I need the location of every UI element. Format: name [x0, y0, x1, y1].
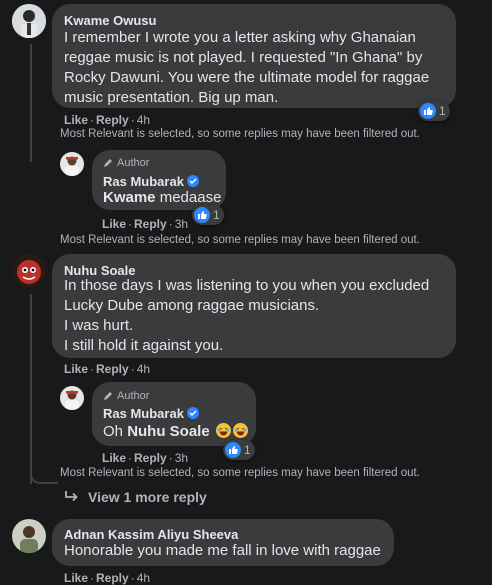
thread-connector: [30, 44, 56, 162]
reply-link[interactable]: Reply: [134, 217, 167, 231]
like-link[interactable]: Like: [64, 113, 88, 127]
avatar[interactable]: [12, 254, 46, 288]
person-photo-icon: [60, 152, 84, 176]
avatar[interactable]: [12, 519, 46, 553]
filtered-replies-note: Most Relevant is selected, so some repli…: [60, 467, 420, 479]
author-tag: Author: [103, 157, 149, 169]
timestamp[interactable]: 4h: [137, 571, 150, 585]
comment-bubble: Nuhu Soale In those days I was listening…: [52, 254, 456, 358]
avatar[interactable]: [60, 152, 84, 176]
cartoon-avatar-icon: [12, 254, 46, 288]
like-link[interactable]: Like: [64, 362, 88, 376]
mention-link[interactable]: Nuhu Soale: [127, 423, 210, 440]
person-photo-icon: [12, 4, 46, 38]
laughing-emoji-icon: [232, 423, 248, 438]
avatar[interactable]: [12, 4, 46, 38]
filtered-replies-note: Most Relevant is selected, so some repli…: [60, 234, 420, 246]
reply-arrow-icon: [65, 491, 78, 502]
comment-author[interactable]: Adnan Kassim Aliyu Sheeva: [64, 527, 238, 542]
comment-actions: Like · Reply · 4h: [64, 571, 151, 585]
filtered-replies-note: Most Relevant is selected, so some repli…: [60, 128, 420, 140]
reply-actions: Like · Reply · 3h: [102, 451, 189, 465]
avatar[interactable]: [60, 386, 84, 410]
reply-link[interactable]: Reply: [96, 362, 129, 376]
laughing-emoji-icon: [215, 423, 231, 438]
comment-text: In those days I was listening to you whe…: [64, 277, 430, 354]
person-photo-icon: [12, 519, 46, 553]
reply-bubble: Author Ras Mubarak Oh Nuhu Soale: [92, 382, 256, 446]
comment-actions: Like · Reply · 4h: [64, 113, 151, 127]
reply-bubble: Author Ras Mubarak Kwame medaase: [92, 150, 226, 210]
reply-link[interactable]: Reply: [134, 451, 167, 465]
reaction-count[interactable]: 1: [223, 440, 255, 460]
like-reaction-icon: [194, 207, 210, 223]
like-reaction-icon: [420, 103, 436, 119]
author-tag: Author: [103, 390, 149, 402]
mention-link[interactable]: Kwame: [103, 189, 156, 206]
comment-text: I remember I wrote you a letter asking w…: [64, 29, 430, 106]
reply-actions: Like · Reply · 3h: [102, 217, 189, 231]
view-more-replies-button[interactable]: View 1 more reply: [64, 489, 207, 505]
verified-badge-icon: [186, 407, 199, 419]
verified-badge-icon: [186, 175, 199, 187]
timestamp[interactable]: 3h: [175, 451, 188, 465]
timestamp[interactable]: 3h: [175, 217, 188, 231]
pencil-icon: [104, 392, 112, 400]
like-link[interactable]: Like: [64, 571, 88, 585]
comment-author[interactable]: Kwame Owusu: [64, 13, 156, 28]
reply-author[interactable]: Ras Mubarak: [103, 174, 199, 189]
reply-text: Oh Nuhu Soale: [103, 422, 248, 442]
comment-actions: Like · Reply · 4h: [64, 362, 151, 376]
thread-connector: [30, 294, 56, 484]
like-reaction-icon: [225, 442, 241, 458]
reaction-count[interactable]: 1: [418, 101, 450, 121]
person-photo-icon: [60, 386, 84, 410]
comment-text: Honorable you made me fall in love with …: [64, 542, 381, 559]
like-link[interactable]: Like: [102, 217, 126, 231]
timestamp[interactable]: 4h: [137, 113, 150, 127]
reply-link[interactable]: Reply: [96, 113, 129, 127]
pencil-icon: [104, 159, 112, 167]
like-link[interactable]: Like: [102, 451, 126, 465]
reply-link[interactable]: Reply: [96, 571, 129, 585]
reply-author[interactable]: Ras Mubarak: [103, 406, 199, 421]
comment-bubble: Adnan Kassim Aliyu Sheeva Honorable you …: [52, 519, 394, 566]
thread-connector: [30, 470, 58, 484]
timestamp[interactable]: 4h: [137, 362, 150, 376]
comment-bubble: Kwame Owusu I remember I wrote you a let…: [52, 4, 456, 108]
reaction-count[interactable]: 1: [192, 205, 224, 225]
